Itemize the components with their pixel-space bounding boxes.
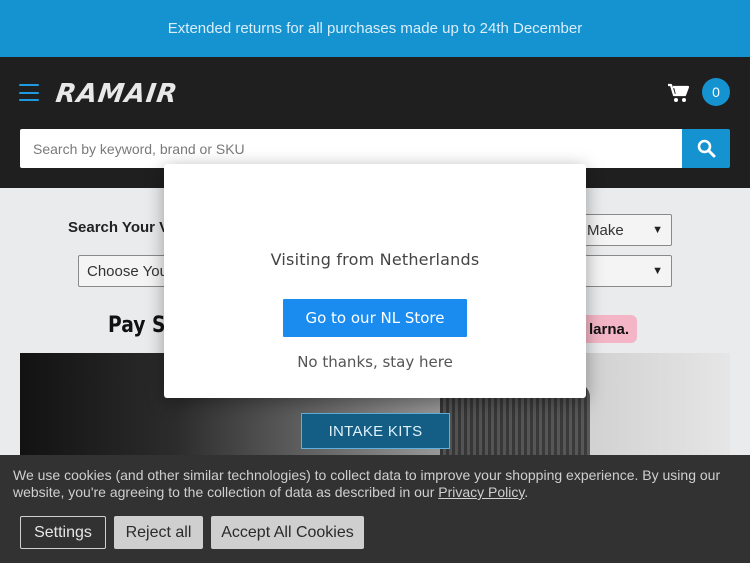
go-to-nl-store-button[interactable]: Go to our NL Store: [283, 299, 467, 337]
country-redirect-modal: Visiting from Netherlands Go to our NL S…: [164, 164, 586, 398]
privacy-policy-link[interactable]: Privacy Policy: [438, 484, 524, 500]
modal-title: Visiting from Netherlands: [270, 250, 480, 269]
reject-all-button[interactable]: Reject all: [114, 516, 203, 549]
cookie-settings-button[interactable]: Settings: [20, 516, 106, 549]
cookie-banner: We use cookies (and other similar techno…: [0, 455, 750, 563]
cookie-message: We use cookies (and other similar techno…: [13, 467, 738, 501]
cookie-text-before: We use cookies (and other similar techno…: [13, 467, 721, 500]
accept-all-cookies-button[interactable]: Accept All Cookies: [211, 516, 364, 549]
stay-here-link[interactable]: No thanks, stay here: [164, 353, 586, 371]
cookie-text-after: .: [524, 484, 529, 500]
